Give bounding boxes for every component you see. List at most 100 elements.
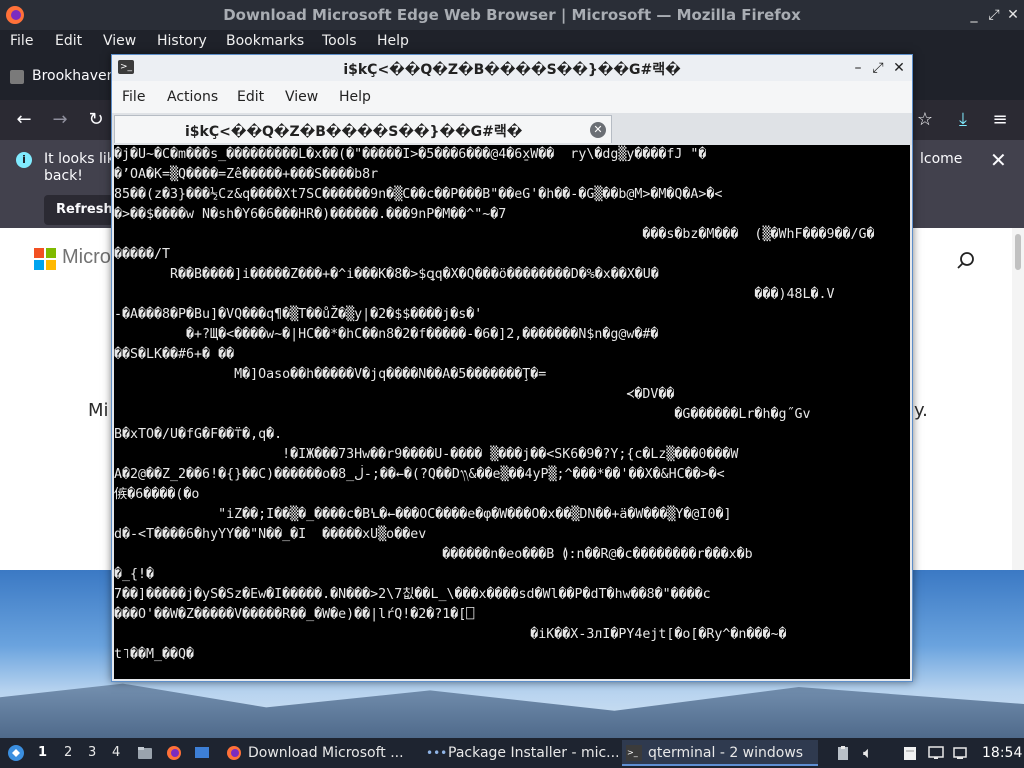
reload-icon[interactable]: ↻ <box>84 108 108 132</box>
terminal-screen[interactable]: �j�U~�C�m���s_���������L�x��(�"�����I>�5… <box>114 145 910 679</box>
qterminal-title: i$kÇ<��Q�Z�B����S��}��G#랙� <box>343 62 681 78</box>
firefox-icon <box>227 746 241 760</box>
terminal-line: �����/T <box>114 247 171 262</box>
terminal-line: d�-<T����6�hyYY��"N��_�I �����xU▒o��ev <box>114 527 427 542</box>
show-desktop-icon[interactable] <box>194 745 210 761</box>
browser-tab[interactable]: Brookhaven <box>0 60 116 94</box>
qterminal-menubar: File Actions Edit View Help <box>112 81 912 113</box>
terminal-line: 㑵�6����(�o <box>114 487 200 502</box>
notice-text: It looks lik <box>44 151 115 167</box>
menu-view[interactable]: View <box>285 89 318 105</box>
terminal-line: �>��$����w N�sh�Y6�6���HR�)������.���9nP… <box>114 207 507 222</box>
file-manager-icon[interactable] <box>137 745 153 761</box>
task-label: qterminal - 2 windows <box>648 745 804 761</box>
menu-history[interactable]: History <box>157 33 207 49</box>
forward-arrow-icon[interactable]: → <box>48 108 72 132</box>
microsoft-logo-icon <box>34 248 56 270</box>
firefox-launcher-icon[interactable] <box>166 745 182 761</box>
notes-icon[interactable] <box>902 745 918 761</box>
terminal-tab-label: i$kÇ<��Q�Z�B����S��}��G#랙� <box>185 124 523 140</box>
tab-label: Brookhaven <box>32 68 116 84</box>
microsoft-brand-text[interactable]: Micro <box>62 246 111 269</box>
terminal-line: ≺�DV�� <box>114 387 675 402</box>
terminal-line: ���s�bz�M��� (▒�WhF���9��/G� <box>114 227 875 242</box>
downloads-icon[interactable]: ⤓ <box>951 108 975 132</box>
qterminal-window: >_ i$kÇ<��Q�Z�B����S��}��G#랙� – ⤢ ✕ File… <box>111 54 913 682</box>
page-scrollbar[interactable] <box>1012 228 1024 570</box>
close-icon[interactable]: ✕ <box>1004 6 1022 24</box>
bookmark-star-icon[interactable]: ☆ <box>913 108 937 132</box>
display-icon[interactable] <box>928 745 944 761</box>
terminal-tab[interactable]: i$kÇ<��Q�Z�B����S��}��G#랙� ✕ <box>114 115 612 143</box>
menu-edit[interactable]: Edit <box>55 33 82 49</box>
volume-icon[interactable]: 🔈︎ <box>863 738 873 768</box>
close-icon[interactable]: ✕ <box>890 59 908 77</box>
scrollbar-thumb[interactable] <box>1015 234 1021 270</box>
terminal-line: ��S�LK��#6+� �� <box>114 347 235 362</box>
terminal-line: A�2@��Z_2��6!�{}��C)������o�8_ڶ-;��←�(?Q… <box>114 467 725 482</box>
search-icon[interactable] <box>955 250 977 272</box>
menu-help[interactable]: Help <box>339 89 371 105</box>
menu-view[interactable]: View <box>103 33 136 49</box>
content-heading-fragment: Mi <box>88 400 109 421</box>
menu-edit[interactable]: Edit <box>237 89 264 105</box>
menu-tools[interactable]: Tools <box>322 33 357 49</box>
terminal-line: -�A���8�P�Bu]�VQ���q¶�▒T��ůŽ�▒y|�2�$$���… <box>114 307 483 322</box>
qterminal-tabbar: i$kÇ<��Q�Z�B����S��}��G#랙� ✕ <box>112 113 912 145</box>
qterminal-titlebar[interactable]: >_ i$kÇ<��Q�Z�B����S��}��G#랙� – ⤢ ✕ <box>112 55 912 81</box>
terminal-line: !�IЖ���73Hw��r9����U-���� ▒���j��<SK6�9�… <box>114 447 739 462</box>
desktop-4-button[interactable]: 4 <box>112 745 120 760</box>
minimize-icon[interactable]: – <box>849 59 867 77</box>
menu-actions[interactable]: Actions <box>167 89 218 105</box>
terminal-line: �’OA�K=▒Q����=Zê�����+���S����b8r <box>114 167 379 182</box>
task-label: Download Microsoft ... <box>248 745 404 761</box>
terminal-icon: >_ <box>626 745 642 761</box>
firefox-window-title: Download Microsoft Edge Web Browser | Mi… <box>223 6 801 24</box>
terminal-line: �G������Lr�h�g˝Gv <box>114 407 811 422</box>
task-firefox[interactable]: Download Microsoft ... <box>222 740 418 766</box>
minimize-icon[interactable]: _ <box>965 6 983 24</box>
menu-bookmarks[interactable]: Bookmarks <box>226 33 304 49</box>
firefox-menubar: File Edit View History Bookmarks Tools H… <box>0 30 1024 54</box>
terminal-line: 85��(z�3}���½Cz&q����Xt7SC������9n�▒C��c… <box>114 187 723 202</box>
app-menu-icon[interactable]: ≡ <box>988 108 1012 132</box>
notice-text-right: lcome <box>920 151 963 167</box>
desktop-2-button[interactable]: 2 <box>64 745 72 760</box>
firefox-titlebar: Download Microsoft Edge Web Browser | Mi… <box>0 0 1024 30</box>
menu-file[interactable]: File <box>10 33 33 49</box>
notice-close-icon[interactable]: ✕ <box>990 148 1007 172</box>
taskbar: 1 2 3 4 Download Microsoft ... ••• Packa… <box>0 738 1024 768</box>
terminal-line: ������n�eo���B ≬:n��R@�c��������r���x�b <box>114 547 753 562</box>
terminal-line: B�xTO�/U�fG�F��⍡�,q�. <box>114 427 283 442</box>
terminal-line: �iK��X-3лI�PY4ejt[�o[�Ry^�n���~� <box>114 627 787 642</box>
package-installer-icon: ••• <box>426 746 448 760</box>
terminal-line: �_{!� <box>114 567 155 582</box>
terminal-line: "iZ��;I��▒�_����c�BꝆ�←���OC����e�φ�W���O… <box>114 507 732 522</box>
back-arrow-icon[interactable]: ← <box>12 108 36 132</box>
info-icon: i <box>16 152 32 168</box>
terminal-line: �j�U~�C�m���s_���������L�x��(�"�����I>�5… <box>114 147 707 162</box>
terminal-line: ���)48L�.V <box>114 287 835 302</box>
network-icon[interactable] <box>952 745 968 761</box>
clock[interactable]: 18:54 <box>982 738 1022 768</box>
task-package-installer[interactable]: ••• Package Installer - mic... <box>422 740 618 766</box>
maximize-icon[interactable]: ⤢ <box>985 6 1003 24</box>
task-label: Package Installer - mic... <box>448 745 618 761</box>
tab-favicon-icon <box>10 70 24 84</box>
start-menu-icon[interactable] <box>7 744 25 762</box>
desktop-1-button[interactable]: 1 <box>38 745 47 760</box>
terminal-line: R��B����]i�����Z���+�^i���K�8�>$ꝗq�X�Q��… <box>114 267 659 282</box>
menu-file[interactable]: File <box>122 89 145 105</box>
maximize-icon[interactable]: ⤢ <box>869 59 887 77</box>
terminal-line: t˥��M_��Q� <box>114 647 195 662</box>
terminal-line: �+?Щ�<����w~�|HC��*�hC��n8�2�f�����-�6�]… <box>114 327 659 342</box>
task-qterminal[interactable]: >_ qterminal - 2 windows <box>622 740 818 766</box>
refresh-button[interactable]: Refresh <box>44 195 114 225</box>
menu-help[interactable]: Help <box>377 33 409 49</box>
clipboard-icon[interactable] <box>835 745 851 761</box>
notice-text-line2: back! <box>44 168 83 184</box>
terminal-line: 7��]�����j�yS�Sz�Ew�I�����.�N���>2\7칪��L… <box>114 587 711 602</box>
terminal-line: M�]Oaso��h�����V�jq����N��A�5�������Ţ�= <box>114 367 547 382</box>
tab-close-icon[interactable]: ✕ <box>590 122 606 138</box>
desktop-3-button[interactable]: 3 <box>88 745 96 760</box>
